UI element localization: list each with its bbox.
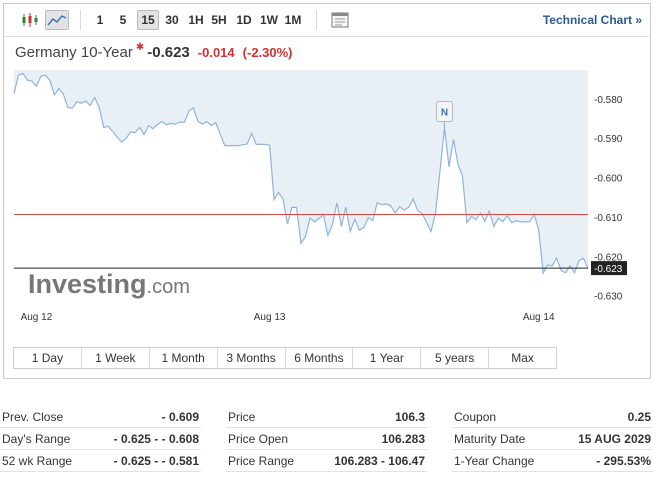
- y-tick-label: -0.590: [594, 134, 623, 145]
- stat-label: Coupon: [454, 410, 497, 424]
- stat-value: - 0.625 - - 0.581: [113, 454, 199, 468]
- last-price-axis-label: -0.623: [594, 264, 623, 275]
- y-tick-label: -0.610: [594, 213, 623, 224]
- range-1-day[interactable]: 1 Day: [14, 348, 82, 368]
- stat-value: 0.25: [627, 410, 651, 424]
- range-selector: 1 Day 1 Week 1 Month 3 Months 6 Months 1 Year…: [13, 347, 557, 369]
- stat-value: 106.283 - 106.47: [334, 454, 425, 468]
- stat-row: Prev. Close - 0.609: [0, 406, 201, 428]
- stat-row: 1-Year Change - 295.53%: [452, 450, 653, 472]
- stat-label: Maturity Date: [454, 432, 526, 446]
- stat-value: - 0.609: [161, 410, 199, 424]
- stat-value: 106.283: [381, 432, 425, 446]
- range-max[interactable]: Max: [489, 348, 556, 368]
- stat-value: 106.3: [394, 410, 425, 424]
- range-1-week[interactable]: 1 Week: [82, 348, 150, 368]
- stat-label: 52 wk Range: [2, 454, 73, 468]
- stat-label: Price: [228, 410, 256, 424]
- watermark-suffix: .com: [147, 276, 190, 298]
- chart-widget: 1 5 15 30 1H 5H 1D 1W 1M Technical Chart » Germa…: [3, 3, 651, 379]
- range-6-months[interactable]: 6 Months: [286, 348, 354, 368]
- stat-row: Maturity Date 15 AUG 2029: [452, 428, 653, 450]
- range-3-months[interactable]: 3 Months: [218, 348, 286, 368]
- y-tick-label: -0.580: [594, 95, 623, 106]
- stat-row: 52 wk Range - 0.625 - - 0.581: [0, 450, 201, 472]
- range-5-years[interactable]: 5 years: [421, 348, 490, 368]
- x-tick-label: Aug 13: [254, 312, 286, 323]
- stat-row: Price 106.3: [226, 406, 427, 428]
- range-1-month[interactable]: 1 Month: [150, 348, 218, 368]
- stat-row: Day's Range - 0.625 - - 0.608: [0, 428, 201, 450]
- x-tick-label: Aug 14: [523, 312, 555, 323]
- stat-value: - 0.625 - - 0.608: [113, 432, 199, 446]
- stat-label: Prev. Close: [2, 410, 64, 424]
- x-tick-label: Aug 12: [21, 312, 53, 323]
- y-tick-label: -0.630: [594, 292, 623, 303]
- stat-row: Coupon 0.25: [452, 406, 653, 428]
- range-1-year[interactable]: 1 Year: [353, 348, 422, 368]
- price-chart[interactable]: Investing.com -0.580 -0.590 -0.600 -0.610 -0.…: [4, 4, 650, 344]
- stat-label: Price Range: [228, 454, 295, 468]
- stat-label: Price Open: [228, 432, 289, 446]
- stat-label: 1-Year Change: [454, 454, 535, 468]
- stat-row: Price Open 106.283: [226, 428, 427, 450]
- stat-label: Day's Range: [2, 432, 71, 446]
- stat-row: Price Range 106.283 - 106.47: [226, 450, 427, 472]
- stat-value: 15 AUG 2029: [578, 432, 651, 446]
- y-tick-label: -0.600: [594, 174, 623, 185]
- watermark-brand: Investing: [28, 269, 147, 299]
- stat-value: - 295.53%: [596, 454, 651, 468]
- news-flag-label: N: [441, 108, 448, 119]
